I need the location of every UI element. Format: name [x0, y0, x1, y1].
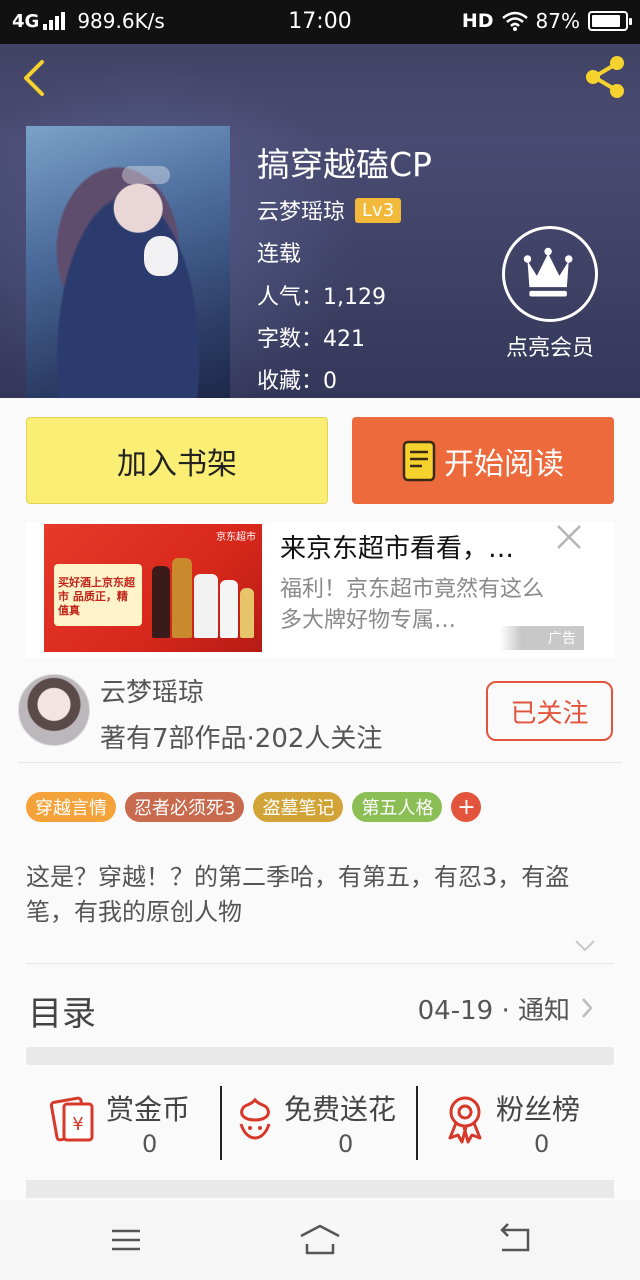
- ad-image-brand: 京东超市: [216, 532, 256, 543]
- author-avatar[interactable]: [18, 674, 90, 746]
- tag-chip[interactable]: 忍者必须死3: [125, 792, 245, 822]
- chevron-right-icon[interactable]: [580, 996, 594, 1020]
- divider: [18, 762, 622, 763]
- author-meta: 著有7部作品·202人关注: [100, 724, 383, 754]
- word-count: 字数：421: [257, 327, 365, 352]
- crown-icon: [523, 247, 573, 297]
- ad-image-text: 买好酒上京东超市 品质正，精值真: [58, 576, 135, 617]
- battery-icon: [588, 11, 632, 31]
- system-navigation-bar: [0, 1200, 640, 1280]
- follow-button[interactable]: 已关注: [486, 681, 613, 741]
- medal-icon: [448, 1096, 482, 1144]
- serial-status: 连载: [257, 242, 302, 267]
- reward-coins-value: 0: [142, 1130, 158, 1158]
- author-name[interactable]: 云梦瑶琼: [100, 672, 204, 709]
- level-badge: Lv3: [355, 197, 402, 223]
- tag-chip[interactable]: 穿越言情: [26, 792, 116, 822]
- tag-chip[interactable]: 第五人格: [352, 792, 443, 822]
- menu-icon[interactable]: [104, 1222, 148, 1258]
- popularity-count: 人气：1,129: [257, 285, 386, 310]
- catalog-latest-update[interactable]: 04-19 · 通知: [418, 990, 570, 1027]
- fan-ranking-button[interactable]: 粉丝榜 0: [442, 1082, 602, 1164]
- follow-label: 已关注: [510, 698, 589, 729]
- fan-ranking-label: 粉丝榜: [496, 1093, 581, 1126]
- fan-ranking-value: 0: [534, 1130, 550, 1158]
- divider: [416, 1086, 418, 1160]
- hd-indicator: HD: [461, 10, 494, 32]
- add-tag-button[interactable]: +: [451, 792, 482, 822]
- flower-icon: [239, 1097, 271, 1140]
- book-header: 4G 989.6K/s 17:00 HD 87% 搞穿越磕CP 云梦瑶琼 Lv3…: [0, 0, 640, 398]
- battery-percent: 87%: [535, 9, 580, 33]
- wifi-icon: [501, 11, 528, 31]
- start-reading-label: 开始阅读: [444, 446, 564, 482]
- section-separator: [26, 1180, 614, 1198]
- favorite-count: 收藏：0: [257, 369, 337, 394]
- book-title: 搞穿越磕CP: [257, 145, 432, 184]
- vip-label[interactable]: 点亮会员: [492, 330, 608, 362]
- back-icon[interactable]: [494, 1222, 538, 1258]
- chevron-down-icon[interactable]: [574, 938, 596, 954]
- red-envelope-icon: ¥: [49, 1096, 94, 1142]
- status-bar: 4G 989.6K/s 17:00 HD 87%: [0, 0, 640, 44]
- send-flowers-label: 免费送花: [284, 1093, 397, 1126]
- start-reading-button[interactable]: 开始阅读: [352, 417, 614, 504]
- vip-button[interactable]: [502, 226, 598, 322]
- svg-text:¥: ¥: [72, 1114, 83, 1135]
- back-arrow-icon[interactable]: [18, 58, 48, 98]
- section-separator: [26, 1047, 614, 1065]
- book-cover-image[interactable]: [26, 126, 230, 398]
- ad-label: 广告: [500, 626, 584, 650]
- ad-image[interactable]: 京东超市 买好酒上京东超市 品质正，精值真: [44, 524, 262, 652]
- divider: [26, 963, 614, 964]
- catalog-label[interactable]: 目录: [28, 986, 96, 1035]
- reward-coins-label: 赏金币: [106, 1093, 191, 1126]
- close-icon[interactable]: [554, 522, 584, 552]
- reward-coins-button[interactable]: ¥ 赏金币 0: [48, 1082, 208, 1164]
- add-to-shelf-button[interactable]: 加入书架: [26, 417, 328, 504]
- advertisement-card[interactable]: 京东超市 买好酒上京东超市 品质正，精值真 来京东超市看看，… 福利！京东超市竟…: [26, 522, 614, 658]
- add-to-shelf-label: 加入书架: [117, 446, 237, 482]
- ad-title[interactable]: 来京东超市看看，…: [280, 528, 550, 565]
- tag-list: 穿越言情 忍者必须死3 盗墓笔记 第五人格 +: [26, 792, 482, 822]
- divider: [220, 1086, 222, 1160]
- share-icon[interactable]: [582, 54, 628, 100]
- book-description: 这是？穿越！？的第二季哈，有第五，有忍3，有盗笔，有我的原创人物: [26, 863, 570, 926]
- send-flowers-value: 0: [338, 1130, 354, 1158]
- send-flowers-button[interactable]: 免费送花 0: [232, 1082, 412, 1164]
- book-author[interactable]: 云梦瑶琼: [257, 194, 345, 226]
- tag-chip[interactable]: 盗墓笔记: [253, 792, 344, 822]
- book-icon: [402, 440, 436, 481]
- battery-fill: [592, 15, 620, 27]
- home-icon[interactable]: [298, 1222, 342, 1258]
